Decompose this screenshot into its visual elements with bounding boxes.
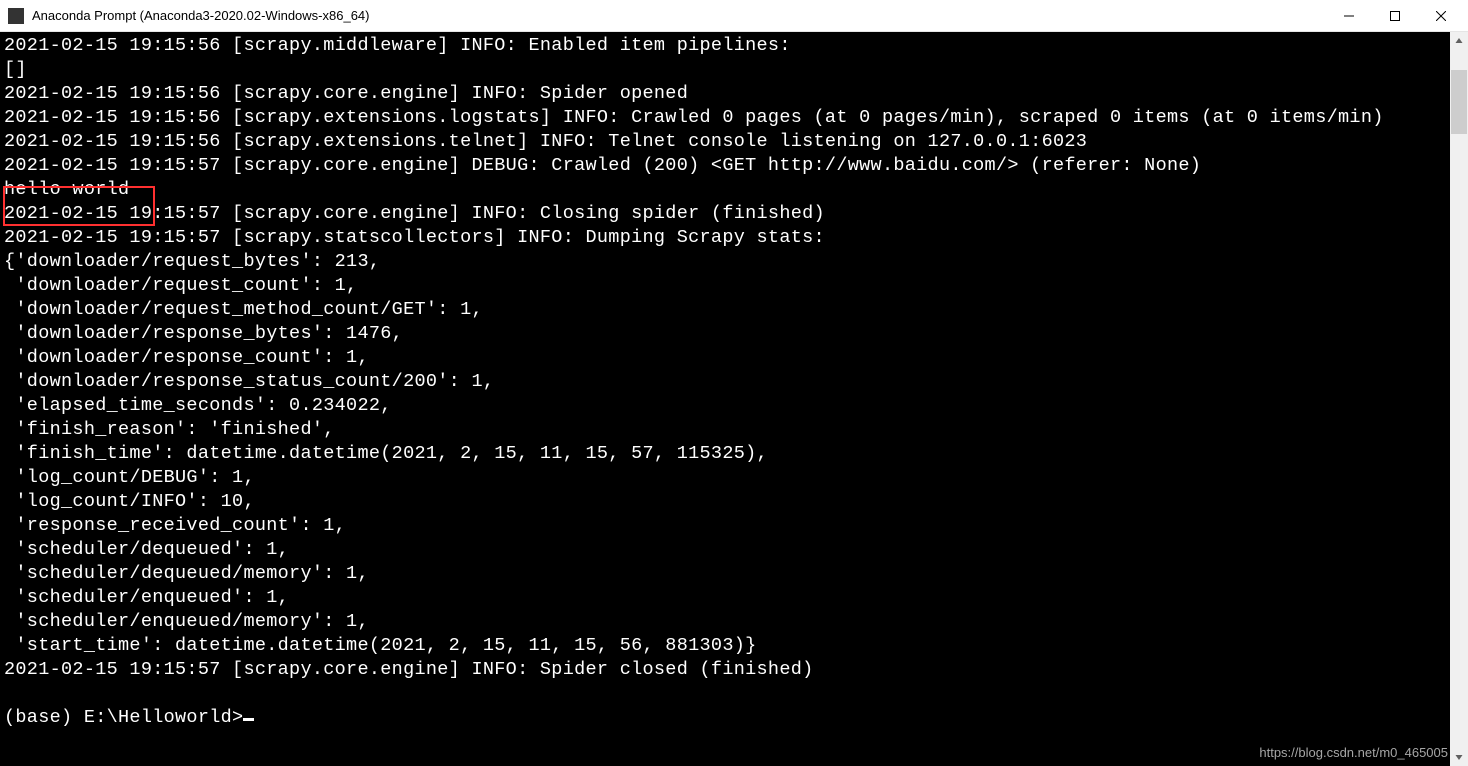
terminal-line: 'downloader/request_count': 1, [4,274,1450,298]
terminal-line: 'log_count/INFO': 10, [4,490,1450,514]
chevron-up-icon [1455,37,1463,45]
terminal-line: 2021-02-15 19:15:57 [scrapy.core.engine]… [4,658,1450,682]
terminal-line: 2021-02-15 19:15:57 [scrapy.statscollect… [4,226,1450,250]
scroll-up-button[interactable] [1450,32,1468,50]
scroll-thumb[interactable] [1451,70,1467,134]
terminal-line: 2021-02-15 19:15:57 [scrapy.core.engine]… [4,154,1450,178]
terminal-line: 'scheduler/enqueued': 1, [4,586,1450,610]
window-title: Anaconda Prompt (Anaconda3-2020.02-Windo… [32,8,1326,23]
terminal-container: 2021-02-15 19:15:56 [scrapy.middleware] … [0,32,1468,766]
terminal-line: hello world [4,178,1450,202]
minimize-icon [1344,11,1354,21]
terminal-line: 'downloader/response_count': 1, [4,346,1450,370]
close-button[interactable] [1418,1,1464,31]
terminal-line: 'finish_time': datetime.datetime(2021, 2… [4,442,1450,466]
terminal-line: 'downloader/response_bytes': 1476, [4,322,1450,346]
terminal-line: 'scheduler/dequeued': 1, [4,538,1450,562]
terminal-line: 'scheduler/dequeued/memory': 1, [4,562,1450,586]
terminal-line: 'log_count/DEBUG': 1, [4,466,1450,490]
terminal-line: 'elapsed_time_seconds': 0.234022, [4,394,1450,418]
terminal-line: 2021-02-15 19:15:57 [scrapy.core.engine]… [4,202,1450,226]
window-controls [1326,1,1464,31]
close-icon [1436,11,1446,21]
terminal-line: 'response_received_count': 1, [4,514,1450,538]
vertical-scrollbar[interactable] [1450,32,1468,766]
maximize-button[interactable] [1372,1,1418,31]
terminal-line: [] [4,58,1450,82]
app-icon [8,8,24,24]
terminal-line: 2021-02-15 19:15:56 [scrapy.middleware] … [4,34,1450,58]
maximize-icon [1390,11,1400,21]
terminal-line: 'start_time': datetime.datetime(2021, 2,… [4,634,1450,658]
terminal-line: 2021-02-15 19:15:56 [scrapy.extensions.l… [4,106,1450,130]
terminal-line: 'downloader/request_method_count/GET': 1… [4,298,1450,322]
terminal-line: 'finish_reason': 'finished', [4,418,1450,442]
terminal-line: (base) E:\Helloworld> [4,706,1450,730]
terminal-line: 2021-02-15 19:15:56 [scrapy.core.engine]… [4,82,1450,106]
terminal-line: 'downloader/response_status_count/200': … [4,370,1450,394]
terminal-line: 2021-02-15 19:15:56 [scrapy.extensions.t… [4,130,1450,154]
window-titlebar: Anaconda Prompt (Anaconda3-2020.02-Windo… [0,0,1468,32]
terminal-cursor [243,718,254,721]
terminal-line [4,682,1450,706]
watermark-text: https://blog.csdn.net/m0_465005 [1259,745,1448,760]
minimize-button[interactable] [1326,1,1372,31]
terminal-line: 'scheduler/enqueued/memory': 1, [4,610,1450,634]
terminal-output[interactable]: 2021-02-15 19:15:56 [scrapy.middleware] … [0,32,1450,766]
chevron-down-icon [1455,753,1463,761]
terminal-line: {'downloader/request_bytes': 213, [4,250,1450,274]
scroll-down-button[interactable] [1450,748,1468,766]
